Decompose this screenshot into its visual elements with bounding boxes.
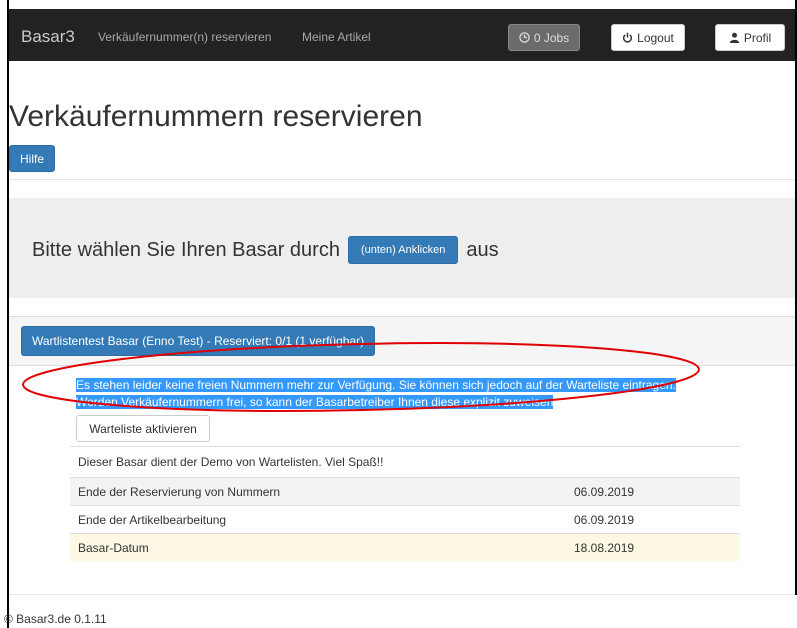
waitlist-info-text: Es stehen leider keine freien Nummern me…	[76, 377, 702, 411]
row-label: Ende der Artikelbearbeitung	[70, 505, 566, 534]
row-label: Ende der Reservierung von Nummern	[70, 477, 566, 506]
power-icon	[623, 32, 633, 43]
table-row: Dieser Basar dient der Demo von Wartelis…	[70, 446, 740, 478]
waitlist-info-selection: Es stehen leider keine freien Nummern me…	[76, 378, 676, 409]
anklicken-button[interactable]: (unten) Anklicken	[347, 236, 459, 264]
row-value: 06.09.2019	[566, 477, 740, 506]
table-row: Basar-Datum 18.08.2019	[70, 533, 740, 561]
brand-link[interactable]: Basar3	[21, 27, 75, 47]
user-icon	[729, 32, 739, 43]
help-button[interactable]: Hilfe	[9, 145, 55, 172]
profil-label: Profil	[743, 30, 772, 45]
divider	[9, 179, 795, 180]
basar-description: Dieser Basar dient der Demo von Wartelis…	[70, 446, 740, 478]
profil-button[interactable]: Profil	[715, 24, 785, 51]
jumbotron-text-before: Bitte wählen Sie Ihren Basar durch	[32, 238, 340, 261]
basar-select-button[interactable]: Wartlistentest Basar (Enno Test) - Reser…	[21, 326, 376, 356]
nav-link-meine-artikel[interactable]: Meine Artikel	[302, 30, 371, 44]
footer-copyright: © Basar3.de 0.1.11	[4, 612, 107, 626]
basar-panel-heading: Wartlistentest Basar (Enno Test) - Reser…	[9, 317, 795, 366]
warteliste-aktivieren-button[interactable]: Warteliste aktivieren	[76, 415, 210, 442]
jumbotron-text-after: aus	[466, 238, 499, 261]
jobs-button[interactable]: 0 Jobs	[508, 24, 580, 51]
row-value: 06.09.2019	[566, 505, 740, 534]
nav-link-reservieren[interactable]: Verkäufernummer(n) reservieren	[98, 30, 271, 44]
table-row: Ende der Reservierung von Nummern 06.09.…	[70, 477, 740, 506]
clock-icon	[519, 32, 530, 43]
page-title: Verkäufernummern reservieren	[9, 100, 423, 133]
logout-button[interactable]: Logout	[611, 24, 685, 51]
top-navbar: Basar3 Verkäufernummer(n) reservieren Me…	[9, 9, 795, 61]
jumbotron-text: Bitte wählen Sie Ihren Basar durch (unte…	[32, 236, 499, 264]
basar-details-table: Dieser Basar dient der Demo von Wartelis…	[70, 446, 740, 561]
logout-label: Logout	[637, 30, 674, 45]
jumbotron: Bitte wählen Sie Ihren Basar durch (unte…	[9, 198, 795, 298]
table-row: Ende der Artikelbearbeitung 06.09.2019	[70, 505, 740, 534]
row-value: 18.08.2019	[566, 533, 740, 561]
row-label: Basar-Datum	[70, 533, 566, 561]
footer-divider	[9, 594, 795, 595]
jobs-label: 0 Jobs	[533, 30, 570, 45]
